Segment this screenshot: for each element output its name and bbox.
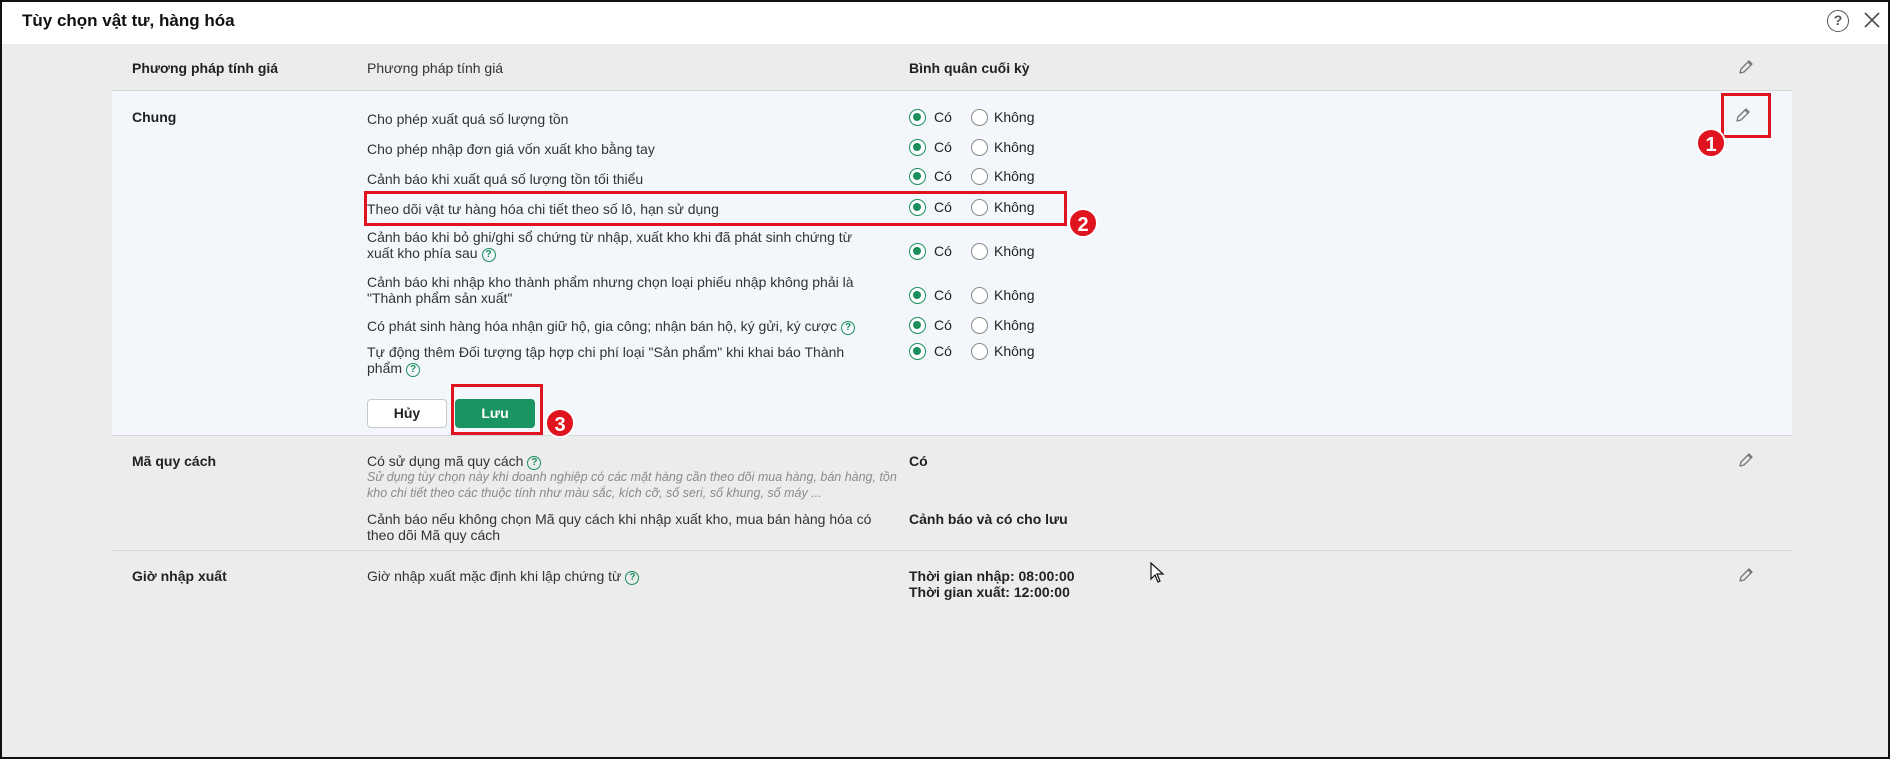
divider bbox=[112, 435, 1792, 436]
divider bbox=[112, 550, 1792, 551]
step-badge-2: 2 bbox=[1068, 208, 1098, 238]
highlight-option-row bbox=[364, 191, 1067, 226]
pricing-section-label: Phương pháp tính giá bbox=[132, 60, 279, 76]
spec-code-warn-text: Cảnh báo nếu không chọn Mã quy cách khi … bbox=[367, 511, 872, 543]
divider bbox=[112, 90, 1792, 91]
radio-yes[interactable] bbox=[909, 287, 926, 304]
cancel-button[interactable]: Hủy bbox=[367, 399, 447, 428]
option-text: Cho phép nhập đơn giá vốn xuất kho bằng … bbox=[367, 141, 655, 157]
help-icon[interactable]: ? bbox=[1827, 10, 1849, 32]
radio-no[interactable] bbox=[971, 317, 988, 334]
option-radio-group: Có Không bbox=[909, 139, 1089, 157]
spec-code-use-title-text: Có sử dụng mã quy cách bbox=[367, 453, 524, 469]
radio-yes-label: Có bbox=[934, 109, 952, 125]
general-section-label: Chung bbox=[132, 109, 177, 125]
close-icon[interactable] bbox=[1862, 10, 1882, 30]
option-text: Cảnh báo khi nhập kho thành phẩm nhưng c… bbox=[367, 274, 854, 306]
option-radio-group: Có Không bbox=[909, 168, 1089, 186]
highlight-edit-icon bbox=[1721, 93, 1771, 138]
question-circle-icon[interactable]: ? bbox=[841, 321, 856, 335]
radio-no[interactable] bbox=[971, 168, 988, 185]
radio-no[interactable] bbox=[971, 109, 988, 126]
radio-no-label: Không bbox=[994, 317, 1035, 333]
radio-no-label: Không bbox=[994, 109, 1035, 125]
option-text-body: Có phát sinh hàng hóa nhận giữ hộ, gia c… bbox=[367, 318, 838, 334]
option-text: Cảnh báo khi xuất quá số lượng tồn tối t… bbox=[367, 171, 644, 187]
radio-yes-label: Có bbox=[934, 168, 952, 184]
io-time-section-label: Giờ nhập xuất bbox=[132, 568, 227, 584]
option-text-body: Tự động thêm Đối tượng tập hợp chi phí l… bbox=[367, 344, 845, 376]
io-time-description: Giờ nhập xuất mặc định khi lập chứng từ? bbox=[367, 568, 640, 585]
io-time-in-value: Thời gian nhập: 08:00:00 bbox=[909, 568, 1075, 584]
pricing-description: Phương pháp tính giá bbox=[367, 60, 504, 76]
spec-code-hint: Sử dụng tùy chọn này khi doanh nghiệp có… bbox=[367, 470, 897, 500]
step-badge-3: 3 bbox=[545, 408, 575, 438]
radio-no[interactable] bbox=[971, 243, 988, 260]
option-text: Cho phép xuất quá số lượng tồn bbox=[367, 111, 569, 127]
option-text: Cảnh báo khi bỏ ghi/ghi sổ chứng từ nhập… bbox=[367, 229, 877, 262]
option-text: Tự động thêm Đối tượng tập hợp chi phí l… bbox=[367, 344, 882, 377]
option-radio-group: Có Không bbox=[909, 287, 1089, 305]
radio-no-label: Không bbox=[994, 168, 1035, 184]
radio-yes[interactable] bbox=[909, 317, 926, 334]
spec-code-edit-icon[interactable] bbox=[1736, 450, 1756, 470]
question-circle-icon[interactable]: ? bbox=[625, 571, 640, 585]
option-radio-group: Có Không bbox=[909, 243, 1089, 261]
radio-no[interactable] bbox=[971, 287, 988, 304]
radio-no-label: Không bbox=[994, 139, 1035, 155]
step-badge-1: 1 bbox=[1696, 128, 1726, 158]
radio-yes-label: Có bbox=[934, 317, 952, 333]
radio-yes[interactable] bbox=[909, 168, 926, 185]
radio-no-label: Không bbox=[994, 243, 1035, 259]
question-circle-icon[interactable]: ? bbox=[406, 363, 421, 377]
question-circle-icon[interactable]: ? bbox=[527, 456, 542, 470]
radio-no[interactable] bbox=[971, 139, 988, 156]
spec-code-section-label: Mã quy cách bbox=[132, 453, 217, 469]
spec-code-use-title: Có sử dụng mã quy cách? bbox=[367, 453, 542, 470]
dialog-titlebar: Tùy chọn vật tư, hàng hóa ? bbox=[2, 2, 1888, 44]
highlight-save-button bbox=[451, 384, 543, 435]
mouse-cursor-icon bbox=[1150, 562, 1165, 583]
option-radio-group: Có Không bbox=[909, 317, 1089, 335]
dialog-title: Tùy chọn vật tư, hàng hóa bbox=[22, 11, 235, 30]
radio-no-label: Không bbox=[994, 343, 1035, 359]
option-radio-group: Có Không bbox=[909, 109, 1089, 127]
radio-yes-label: Có bbox=[934, 287, 952, 303]
radio-yes-label: Có bbox=[934, 343, 952, 359]
pricing-value: Bình quân cuối kỳ bbox=[909, 60, 1030, 76]
option-text: Có phát sinh hàng hóa nhận giữ hộ, gia c… bbox=[367, 318, 856, 335]
question-circle-icon[interactable]: ? bbox=[481, 248, 496, 262]
option-text-body: Cảnh báo khi bỏ ghi/ghi sổ chứng từ nhập… bbox=[367, 229, 853, 261]
radio-no[interactable] bbox=[971, 343, 988, 360]
option-radio-group: Có Không bbox=[909, 343, 1089, 361]
radio-yes[interactable] bbox=[909, 139, 926, 156]
spec-code-warn-value: Cảnh báo và có cho lưu bbox=[909, 511, 1068, 527]
radio-yes-label: Có bbox=[934, 243, 952, 259]
spec-code-use-value: Có bbox=[909, 453, 928, 469]
io-time-edit-icon[interactable] bbox=[1736, 565, 1756, 585]
radio-yes-label: Có bbox=[934, 139, 952, 155]
pricing-edit-icon[interactable] bbox=[1736, 57, 1756, 77]
radio-yes[interactable] bbox=[909, 343, 926, 360]
io-time-out-value: Thời gian xuất: 12:00:00 bbox=[909, 584, 1070, 600]
radio-yes[interactable] bbox=[909, 243, 926, 260]
radio-yes[interactable] bbox=[909, 109, 926, 126]
io-time-description-text: Giờ nhập xuất mặc định khi lập chứng từ bbox=[367, 568, 622, 584]
radio-no-label: Không bbox=[994, 287, 1035, 303]
